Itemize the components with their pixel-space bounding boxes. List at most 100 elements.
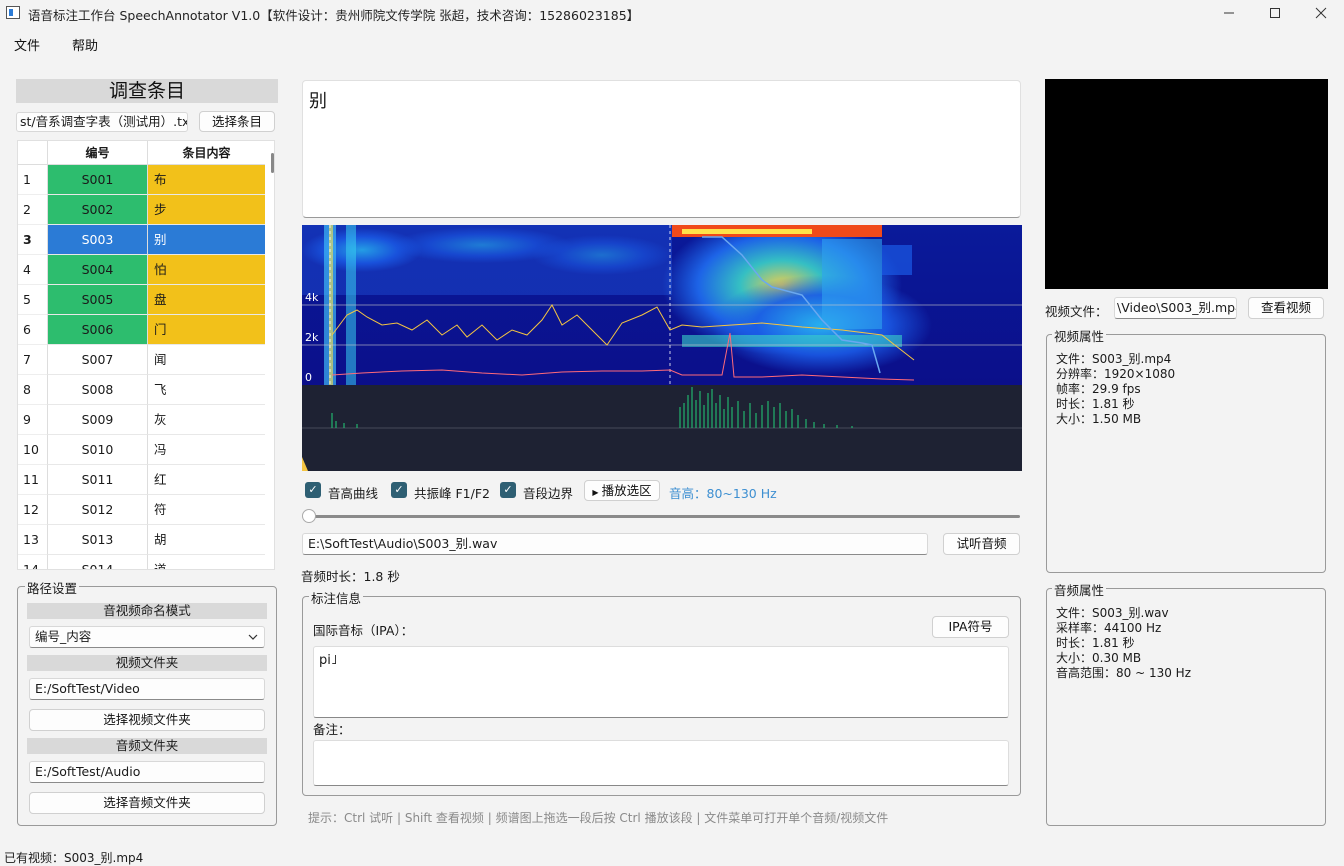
spectrogram-canvas[interactable]: 4k 2k 0 xyxy=(302,225,1022,471)
menu-file[interactable]: 文件 xyxy=(14,35,40,54)
select-audio-folder-button[interactable]: 选择音频文件夹 xyxy=(29,792,265,814)
view-video-button[interactable]: 查看视频 xyxy=(1248,297,1324,319)
window-title: 语音标注工作台 SpeechAnnotator V1.0【软件设计：贵州师院文传… xyxy=(28,8,640,23)
item-content-cell[interactable]: 步 xyxy=(147,195,265,225)
item-content-cell[interactable]: 闻 xyxy=(147,345,265,375)
path-settings-group xyxy=(17,586,277,826)
audio-path-field[interactable]: E:\SoftTest\Audio\S003_别.wav xyxy=(302,533,928,555)
naming-mode-header: 音视频命名模式 xyxy=(27,603,267,619)
audio-prop-size: 大小：0.30 MB xyxy=(1056,651,1142,665)
audio-folder-header: 音频文件夹 xyxy=(27,738,267,754)
naming-mode-value: 编号_内容 xyxy=(35,629,92,644)
maximize-icon[interactable] xyxy=(1252,0,1298,26)
table-scrollbar[interactable] xyxy=(271,153,274,173)
item-content-cell[interactable]: 冯 xyxy=(147,435,265,465)
item-content-cell[interactable]: 布 xyxy=(147,165,265,195)
annotation-title: 标注信息 xyxy=(309,588,364,607)
item-content-cell[interactable]: 道 xyxy=(147,555,265,569)
boundary-checkbox[interactable]: ✓ xyxy=(500,482,516,498)
row-number: 3 xyxy=(18,225,47,255)
menu-help[interactable]: 帮助 xyxy=(72,35,98,54)
video-prop-file: 文件：S003_别.mp4 xyxy=(1056,352,1172,366)
table-row[interactable]: 1 S001 布 xyxy=(18,165,265,195)
item-content-cell[interactable]: 胡 xyxy=(147,525,265,555)
notes-label: 备注： xyxy=(313,722,351,737)
survey-file-field[interactable]: st/音系调查字表（测试用）.txt xyxy=(16,112,188,132)
current-item-text: 别 xyxy=(309,91,327,112)
row-number: 5 xyxy=(18,285,47,315)
item-id-cell[interactable]: S005 xyxy=(47,285,147,315)
row-number: 12 xyxy=(18,495,47,525)
item-content-cell[interactable]: 盘 xyxy=(147,285,265,315)
table-row[interactable]: 8 S008 飞 xyxy=(18,375,265,405)
audio-duration: 音频时长：1.8 秒 xyxy=(301,569,400,584)
item-id-cell[interactable]: S013 xyxy=(47,525,147,555)
column-header-content[interactable]: 条目内容 xyxy=(147,141,265,165)
ipa-input[interactable]: pi˩ xyxy=(313,646,1009,718)
freq-label-0: 0 xyxy=(305,371,312,384)
select-items-button[interactable]: 选择条目 xyxy=(199,111,275,132)
table-row[interactable]: 4 S004 怕 xyxy=(18,255,265,285)
video-properties-list: 文件：S003_别.mp4 分辨率：1920×1080 帧率：29.9 fps … xyxy=(1056,352,1175,427)
table-row[interactable]: 7 S007 闻 xyxy=(18,345,265,375)
column-header-id[interactable]: 编号 xyxy=(47,141,147,165)
item-content-cell[interactable]: 红 xyxy=(147,465,265,495)
audio-prop-file: 文件：S003_别.wav xyxy=(1056,606,1169,620)
item-content-cell[interactable]: 门 xyxy=(147,315,265,345)
current-item-display[interactable]: 别 xyxy=(302,80,1021,218)
play-selection-button[interactable]: ▶ 播放选区 xyxy=(584,480,660,501)
item-content-cell[interactable]: 怕 xyxy=(147,255,265,285)
item-content-cell[interactable]: 符 xyxy=(147,495,265,525)
naming-mode-select[interactable]: 编号_内容 xyxy=(29,626,265,648)
video-file-field[interactable]: \Video\S003_别.mp4 xyxy=(1114,297,1237,319)
pitch-curve-checkbox[interactable]: ✓ xyxy=(305,482,321,498)
listen-audio-button[interactable]: 试听音频 xyxy=(943,533,1020,555)
status-bar: 已有视频：S003_别.mp4 xyxy=(4,851,144,865)
item-content-cell[interactable]: 飞 xyxy=(147,375,265,405)
table-row[interactable]: 2 S002 步 xyxy=(18,195,265,225)
playback-slider-handle[interactable] xyxy=(302,509,316,523)
table-row[interactable]: 5 S005 盘 xyxy=(18,285,265,315)
freq-label-4k: 4k xyxy=(305,291,319,304)
table-row[interactable]: 11 S011 红 xyxy=(18,465,265,495)
item-content-cell[interactable]: 别 xyxy=(147,225,265,255)
playback-slider[interactable] xyxy=(306,515,1020,518)
select-video-folder-button[interactable]: 选择视频文件夹 xyxy=(29,709,265,731)
ipa-symbols-button[interactable]: IPA符号 xyxy=(932,616,1009,638)
item-id-cell[interactable]: S002 xyxy=(47,195,147,225)
video-player[interactable] xyxy=(1045,79,1328,289)
minimize-icon[interactable] xyxy=(1206,0,1252,26)
item-id-cell[interactable]: S012 xyxy=(47,495,147,525)
spectrogram-view[interactable]: 4k 2k 0 xyxy=(302,225,1022,471)
table-row[interactable]: 9 S009 灰 xyxy=(18,405,265,435)
item-id-cell[interactable]: S006 xyxy=(47,315,147,345)
video-folder-field[interactable]: E:/SoftTest/Video xyxy=(29,678,265,700)
video-file-label: 视频文件： xyxy=(1045,304,1108,319)
item-id-cell[interactable]: S007 xyxy=(47,345,147,375)
ipa-value: pi˩ xyxy=(319,653,338,668)
item-id-cell[interactable]: S011 xyxy=(47,465,147,495)
row-number: 11 xyxy=(18,465,47,495)
table-row[interactable]: 6 S006 门 xyxy=(18,315,265,345)
chevron-down-icon xyxy=(248,627,258,647)
notes-input[interactable] xyxy=(313,740,1009,786)
table-header: 编号 条目内容 xyxy=(18,141,265,165)
video-prop-size: 大小：1.50 MB xyxy=(1056,412,1142,426)
table-row[interactable]: 13 S013 胡 xyxy=(18,525,265,555)
item-id-cell[interactable]: S010 xyxy=(47,435,147,465)
table-row[interactable]: 12 S012 符 xyxy=(18,495,265,525)
item-id-cell[interactable]: S003 xyxy=(47,225,147,255)
table-row[interactable]: 14 S014 道 xyxy=(18,555,265,569)
item-id-cell[interactable]: S001 xyxy=(47,165,147,195)
item-id-cell[interactable]: S008 xyxy=(47,375,147,405)
item-id-cell[interactable]: S009 xyxy=(47,405,147,435)
formant-checkbox[interactable]: ✓ xyxy=(391,482,407,498)
path-settings-title: 路径设置 xyxy=(25,578,80,597)
item-content-cell[interactable]: 灰 xyxy=(147,405,265,435)
table-row[interactable]: 3 S003 别 xyxy=(18,225,265,255)
audio-folder-field[interactable]: E:/SoftTest/Audio xyxy=(29,761,265,783)
item-id-cell[interactable]: S004 xyxy=(47,255,147,285)
table-row[interactable]: 10 S010 冯 xyxy=(18,435,265,465)
item-id-cell[interactable]: S014 xyxy=(47,555,147,569)
close-icon[interactable] xyxy=(1298,0,1344,26)
